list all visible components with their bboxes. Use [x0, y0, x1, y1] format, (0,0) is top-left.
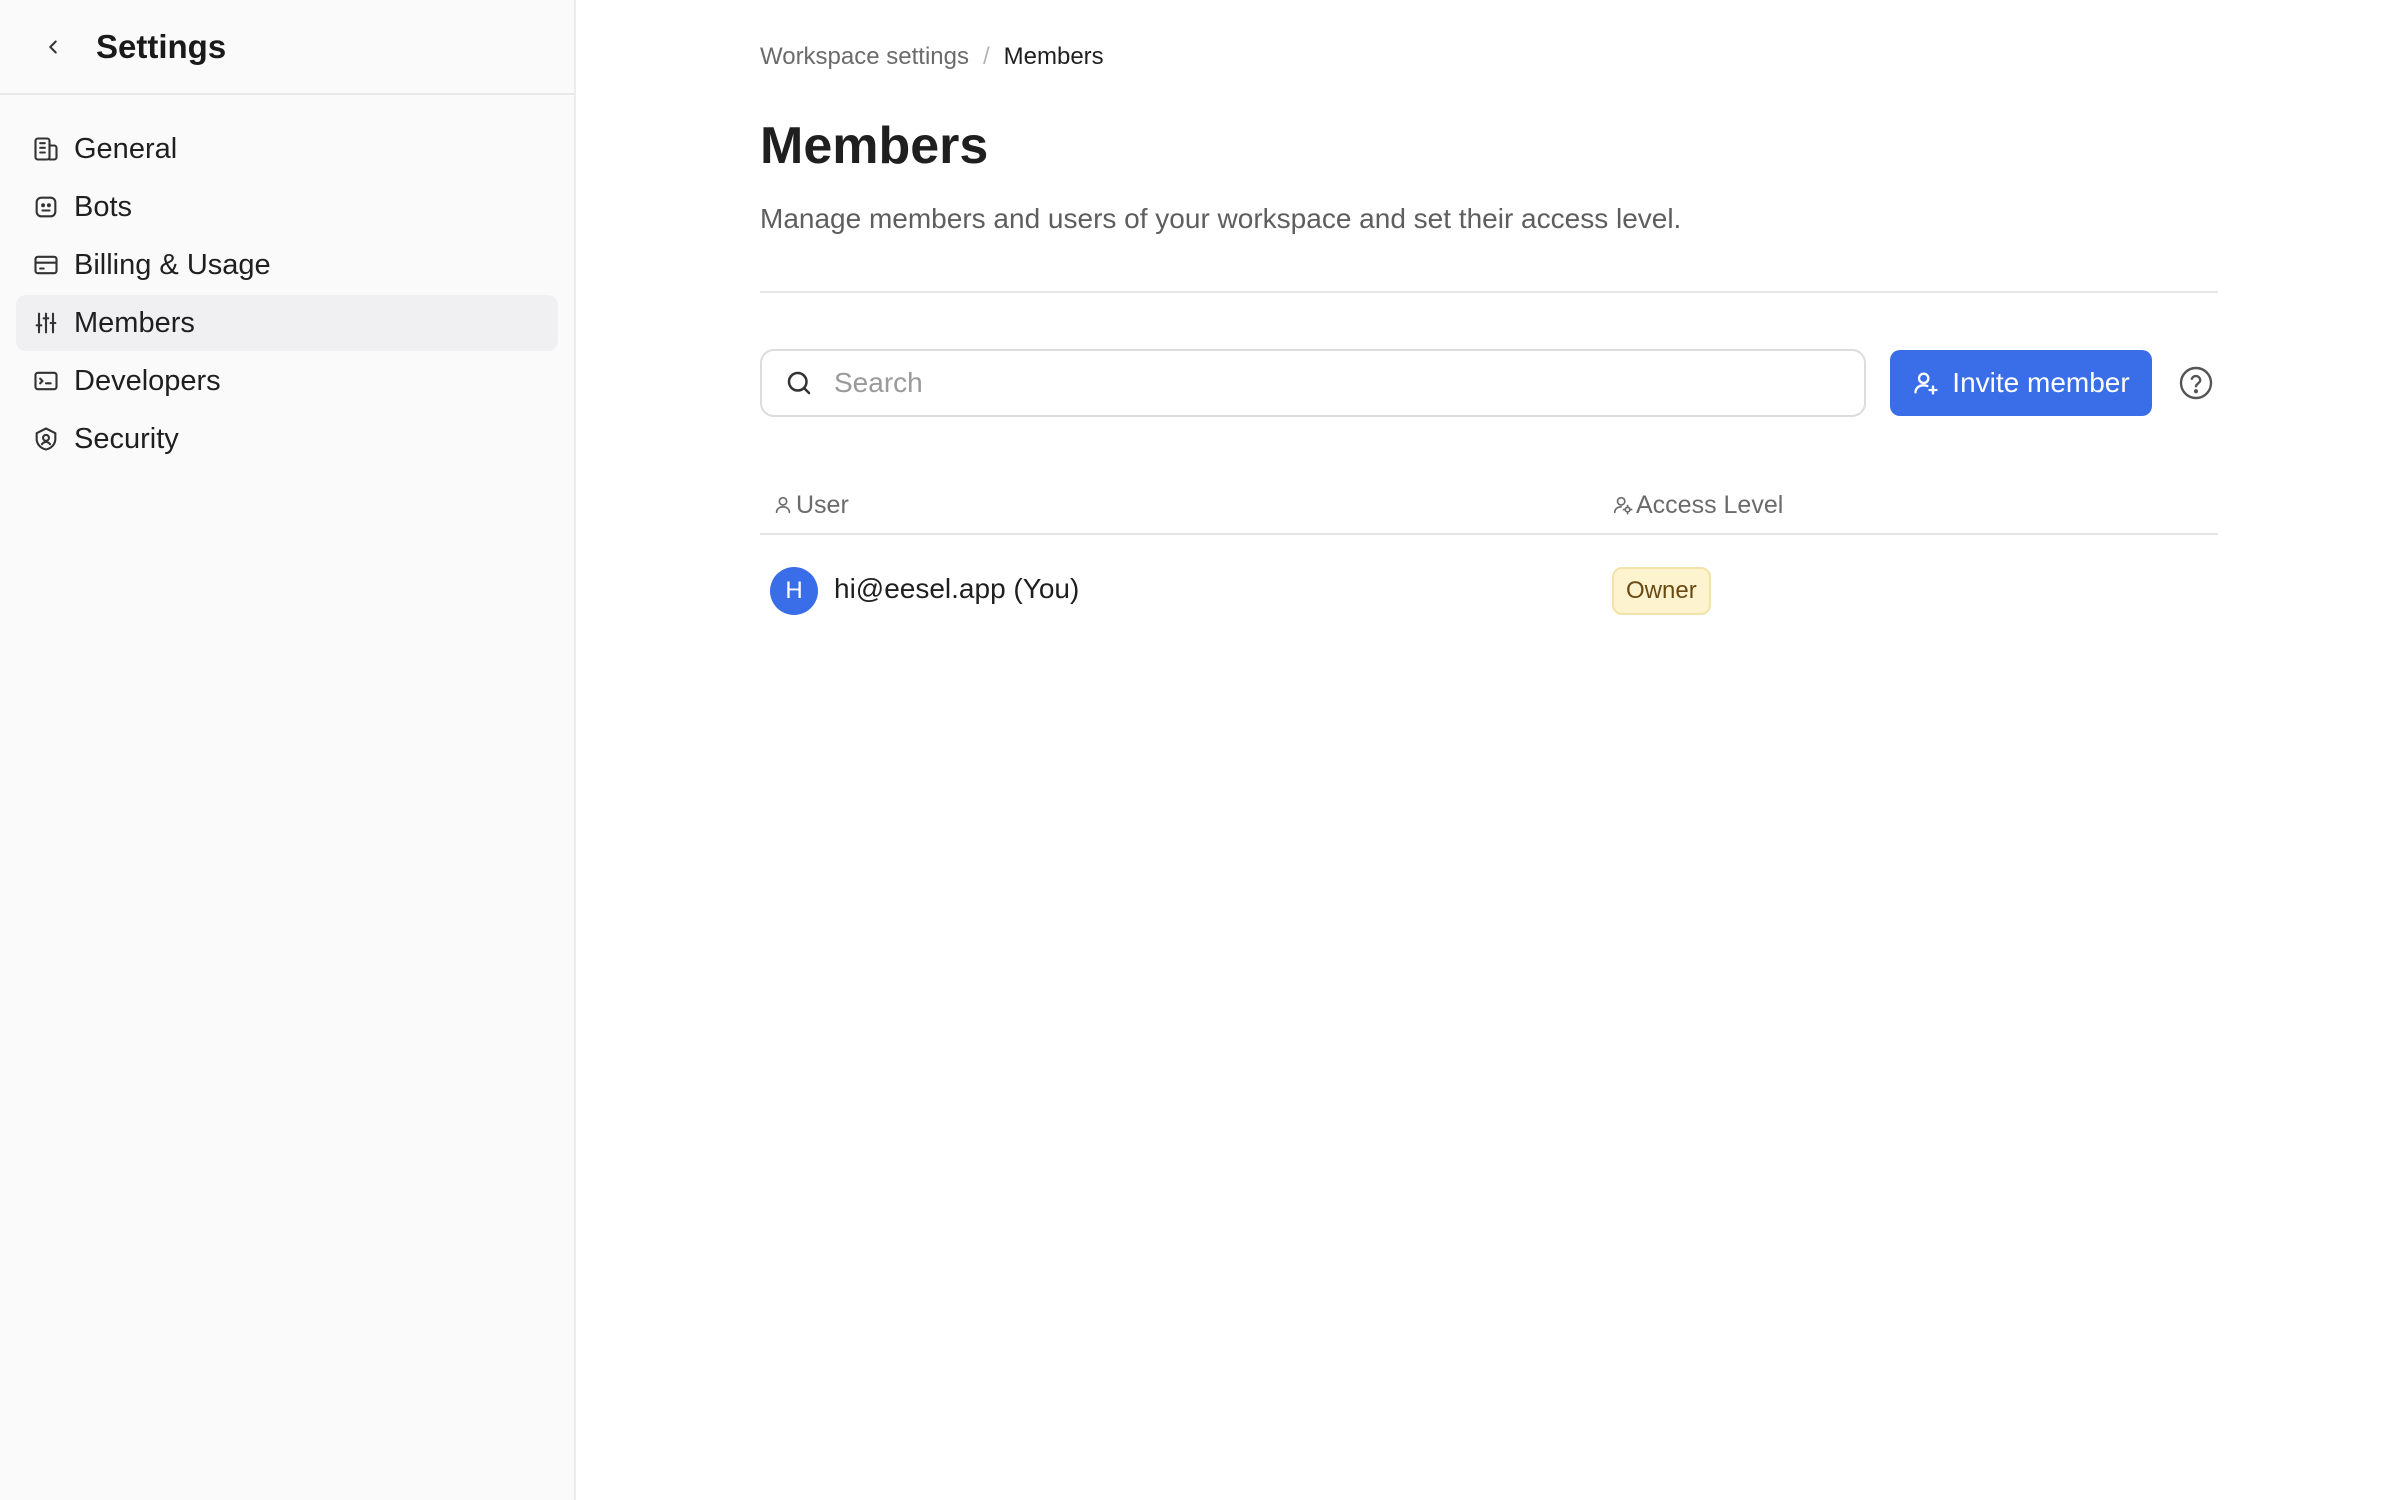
sidebar-header: Settings	[0, 0, 574, 95]
sliders-icon	[32, 309, 60, 337]
help-button[interactable]	[2176, 363, 2216, 403]
section-divider	[760, 291, 2218, 294]
table-header: User Access Level	[760, 485, 2218, 536]
table-row[interactable]: H hi@eesel.app (You) Owner	[760, 535, 2218, 647]
invite-member-label: Invite member	[1952, 367, 2130, 399]
user-plus-icon	[1912, 369, 1940, 397]
page-title: Members	[760, 117, 989, 175]
sidebar-item-billing[interactable]: Billing & Usage	[16, 237, 558, 293]
app-root: Settings General Bots Billing & Usage Me…	[0, 0, 2400, 1500]
sidebar-nav: General Bots Billing & Usage Members Dev…	[0, 95, 574, 495]
sidebar-item-bots[interactable]: Bots	[16, 179, 558, 235]
column-header-label: User	[796, 490, 849, 519]
search-input[interactable]	[834, 367, 1864, 400]
column-header-access-level[interactable]: Access Level	[1612, 491, 2218, 520]
back-button[interactable]	[38, 32, 68, 62]
user-cell: H hi@eesel.app (You)	[760, 567, 1612, 616]
users-key-icon	[1612, 494, 1634, 516]
sidebar-title: Settings	[96, 27, 227, 65]
content-container: Workspace settings / Members Members Man…	[760, 0, 2220, 647]
sidebar-item-label: Developers	[74, 364, 221, 397]
page-description: Manage members and users of your workspa…	[760, 203, 1682, 235]
breadcrumb-current: Members	[1003, 43, 1104, 70]
search-icon	[787, 371, 811, 395]
developer-icon	[32, 367, 60, 395]
sidebar-item-developers[interactable]: Developers	[16, 353, 558, 409]
building-icon	[32, 135, 60, 163]
column-header-label: Access Level	[1636, 490, 1784, 519]
avatar: H	[770, 567, 818, 616]
sidebar-item-security[interactable]: Security	[16, 411, 558, 467]
chevron-left-icon	[49, 39, 57, 54]
sidebar-item-label: Members	[74, 306, 195, 339]
sidebar-item-general[interactable]: General	[16, 121, 558, 177]
access-level-badge[interactable]: Owner	[1612, 567, 1711, 616]
credit-card-icon	[32, 251, 60, 279]
sidebar: Settings General Bots Billing & Usage Me…	[0, 0, 576, 1500]
sidebar-item-label: General	[74, 132, 178, 165]
breadcrumb: Workspace settings / Members	[760, 42, 2220, 72]
breadcrumb-parent-link[interactable]: Workspace settings	[760, 43, 969, 71]
access-cell: Owner	[1612, 567, 2218, 616]
user-email: hi@eesel.app (You)	[834, 573, 1080, 605]
sidebar-item-label: Billing & Usage	[74, 248, 271, 281]
sidebar-item-label: Bots	[74, 190, 133, 223]
bot-icon	[32, 193, 60, 221]
user-icon	[772, 494, 794, 516]
sidebar-item-label: Security	[74, 422, 179, 455]
column-header-user[interactable]: User	[760, 491, 1612, 520]
help-circle-icon	[2179, 366, 2213, 400]
search-box	[760, 349, 1866, 418]
members-table: User Access Level H hi@eesel.app (You) O…	[760, 485, 2218, 647]
breadcrumb-separator: /	[982, 43, 990, 70]
members-toolbar: Invite member	[760, 349, 2220, 418]
main-content: Workspace settings / Members Members Man…	[576, 0, 2400, 1500]
invite-member-button[interactable]: Invite member	[1890, 350, 2152, 417]
shield-icon	[32, 425, 60, 453]
sidebar-item-members[interactable]: Members	[16, 295, 558, 351]
